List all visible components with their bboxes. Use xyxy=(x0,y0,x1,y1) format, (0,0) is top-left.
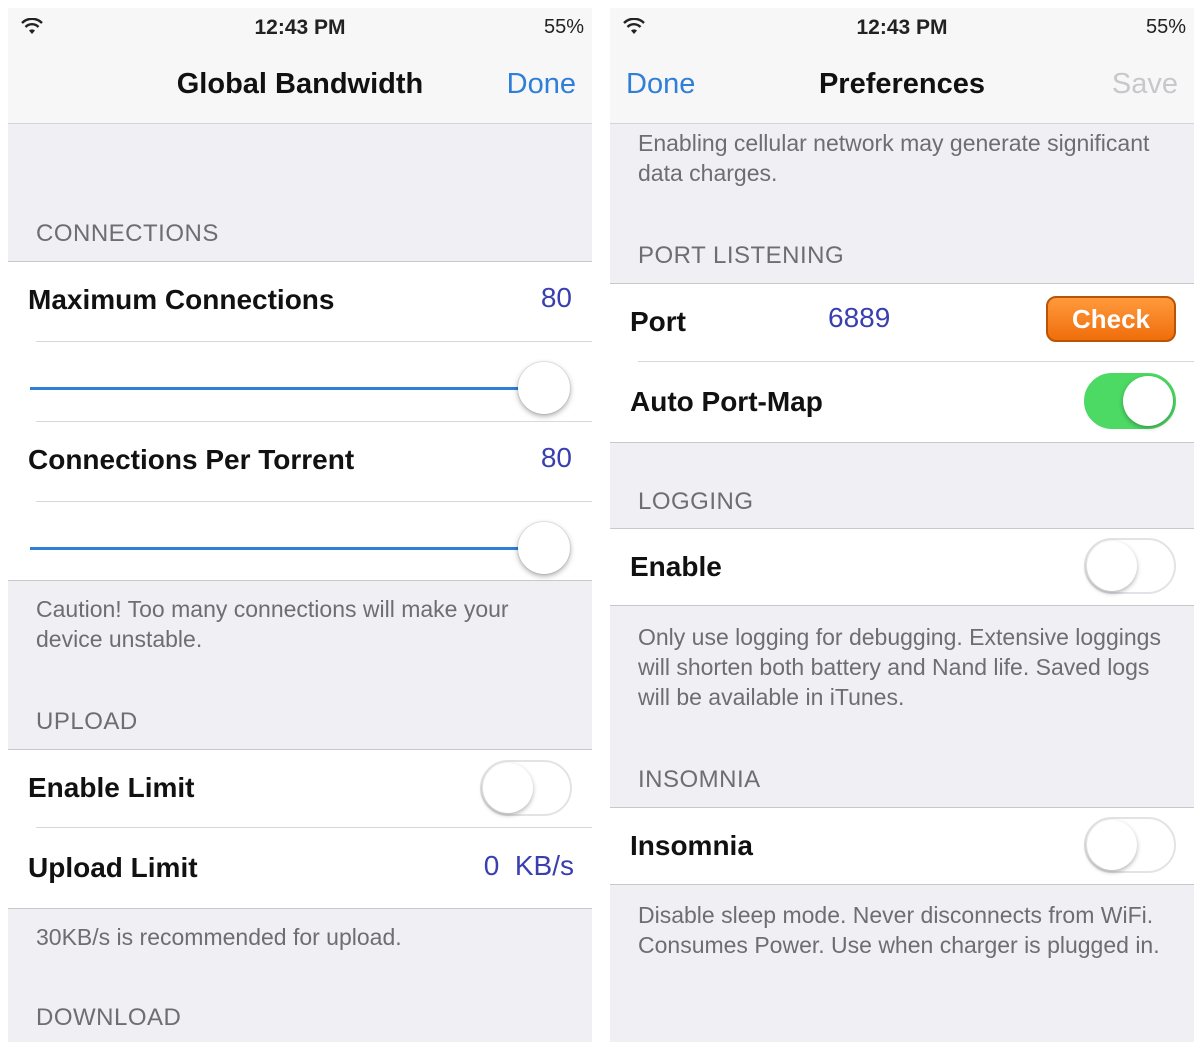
port-row: Port 6889 Check xyxy=(610,284,1194,362)
logging-enable-toggle[interactable] xyxy=(1084,538,1176,594)
section-header-download: DOWNLOAD xyxy=(36,1004,182,1031)
enable-limit-label: Enable Limit xyxy=(28,772,195,803)
global-bandwidth-screen: 12:43 PM 55% Global Bandwidth Done CONNE… xyxy=(8,8,592,1042)
max-connections-label: Maximum Connections xyxy=(28,284,335,315)
auto-port-map-row: Auto Port-Map xyxy=(610,362,1194,442)
divider xyxy=(610,442,1194,443)
max-connections-slider-thumb[interactable] xyxy=(518,362,570,414)
per-torrent-slider-thumb[interactable] xyxy=(518,522,570,574)
page-title: Preferences xyxy=(818,68,986,100)
divider xyxy=(610,884,1194,885)
toggle-knob xyxy=(483,763,533,813)
per-torrent-row: Connections Per Torrent 80 xyxy=(8,422,592,502)
insomnia-row: Insomnia xyxy=(610,808,1194,884)
section-header-port-listening: PORT LISTENING xyxy=(638,242,845,269)
save-button[interactable]: Save xyxy=(1112,68,1178,101)
insomnia-note: Disable sleep mode. Never disconnects fr… xyxy=(638,902,1160,958)
per-torrent-label: Connections Per Torrent xyxy=(28,444,355,475)
status-time: 12:43 PM xyxy=(856,16,948,39)
insomnia-label: Insomnia xyxy=(630,830,753,861)
toggle-knob xyxy=(1087,820,1137,870)
section-header-connections: CONNECTIONS xyxy=(36,220,219,247)
nav-bar: Done Preferences Save xyxy=(610,48,1194,124)
caution-note: Caution! Too many connections will make … xyxy=(36,596,509,652)
page-title: Global Bandwidth xyxy=(176,68,424,100)
status-time: 12:43 PM xyxy=(254,16,346,39)
nav-bar: Global Bandwidth Done xyxy=(8,48,592,124)
auto-port-map-label: Auto Port-Map xyxy=(630,386,823,417)
max-connections-value: 80 xyxy=(540,282,572,313)
enable-limit-row: Enable Limit xyxy=(8,750,592,828)
logging-note: Only use logging for debugging. Extensiv… xyxy=(638,624,1161,710)
enable-limit-toggle[interactable] xyxy=(480,760,572,816)
battery-percent: 55% xyxy=(543,16,584,38)
section-header-upload: UPLOAD xyxy=(36,708,138,735)
max-connections-slider-row xyxy=(8,342,592,422)
logging-enable-row: Enable xyxy=(610,529,1194,605)
upload-limit-unit: KB/s xyxy=(514,850,574,881)
max-connections-slider-track[interactable] xyxy=(30,387,544,390)
section-header-insomnia: INSOMNIA xyxy=(638,766,761,793)
per-torrent-value: 80 xyxy=(540,442,572,473)
logging-enable-label: Enable xyxy=(630,551,722,582)
insomnia-toggle[interactable] xyxy=(1084,817,1176,873)
upload-limit-label: Upload Limit xyxy=(28,852,198,883)
section-header-logging: LOGGING xyxy=(638,488,754,515)
per-torrent-slider-row xyxy=(8,502,592,580)
status-bar: 12:43 PM 55% xyxy=(610,8,1194,48)
upload-note: 30KB/s is recommended for upload. xyxy=(36,924,402,950)
toggle-knob xyxy=(1123,376,1173,426)
done-button[interactable]: Done xyxy=(507,68,576,101)
divider xyxy=(8,908,592,909)
upload-limit-value-group: 0 KB/s xyxy=(484,850,574,882)
divider xyxy=(8,580,592,581)
max-connections-row: Maximum Connections 80 xyxy=(8,262,592,342)
status-bar: 12:43 PM 55% xyxy=(8,8,592,48)
auto-port-map-toggle[interactable] xyxy=(1084,373,1176,429)
per-torrent-slider-track[interactable] xyxy=(30,547,544,550)
divider xyxy=(610,605,1194,606)
upload-limit-row[interactable]: Upload Limit 0 KB/s xyxy=(8,828,592,908)
check-button[interactable]: Check xyxy=(1046,296,1176,342)
toggle-knob xyxy=(1087,541,1137,591)
preferences-screen: 12:43 PM 55% Done Preferences Save Enabl… xyxy=(610,8,1194,1042)
cellular-note: Enabling cellular network may generate s… xyxy=(638,130,1150,186)
battery-percent: 55% xyxy=(1145,16,1186,38)
port-label: Port xyxy=(630,306,686,337)
upload-limit-value: 0 xyxy=(483,850,500,881)
port-value[interactable]: 6889 xyxy=(828,302,890,334)
